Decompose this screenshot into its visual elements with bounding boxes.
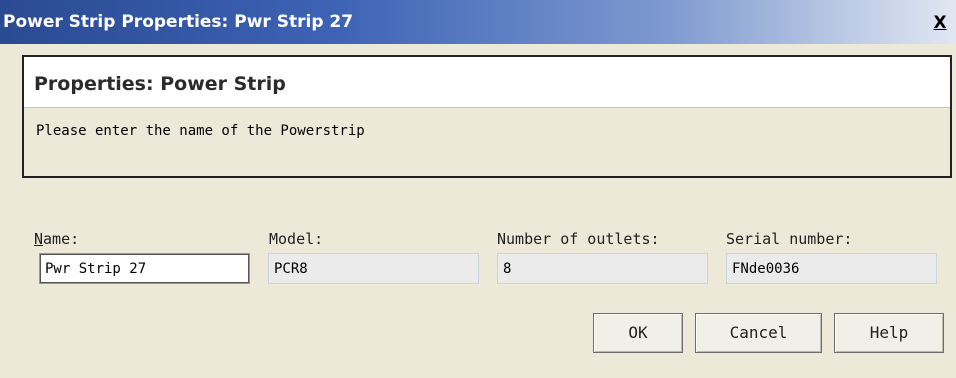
panel-heading: Properties: Power Strip: [34, 73, 286, 95]
ok-button[interactable]: OK: [593, 313, 683, 353]
name-input[interactable]: [39, 253, 250, 284]
cancel-button[interactable]: Cancel: [695, 313, 822, 353]
close-icon: X: [933, 13, 947, 33]
serial-field: [726, 253, 937, 284]
serial-label: Serial number:: [726, 230, 853, 248]
window-title: Power Strip Properties: Pwr Strip 27: [3, 12, 354, 32]
name-label-text: ame:: [43, 230, 80, 248]
close-button[interactable]: X: [929, 13, 951, 33]
properties-panel: Properties: Power Strip Please enter the…: [22, 55, 952, 178]
name-label-accelerator: N: [34, 230, 44, 248]
outlets-field: [497, 253, 708, 284]
help-button[interactable]: Help: [834, 313, 944, 353]
model-field: [268, 253, 479, 284]
name-label: Name:: [34, 230, 79, 248]
title-bar: Power Strip Properties: Pwr Strip 27 X: [0, 0, 956, 44]
outlets-label: Number of outlets:: [497, 230, 660, 248]
panel-description: Please enter the name of the Powerstrip: [36, 123, 365, 139]
model-label: Model:: [269, 230, 324, 248]
panel-header: Properties: Power Strip: [24, 57, 950, 108]
power-strip-properties-dialog: Power Strip Properties: Pwr Strip 27 X P…: [0, 0, 956, 378]
